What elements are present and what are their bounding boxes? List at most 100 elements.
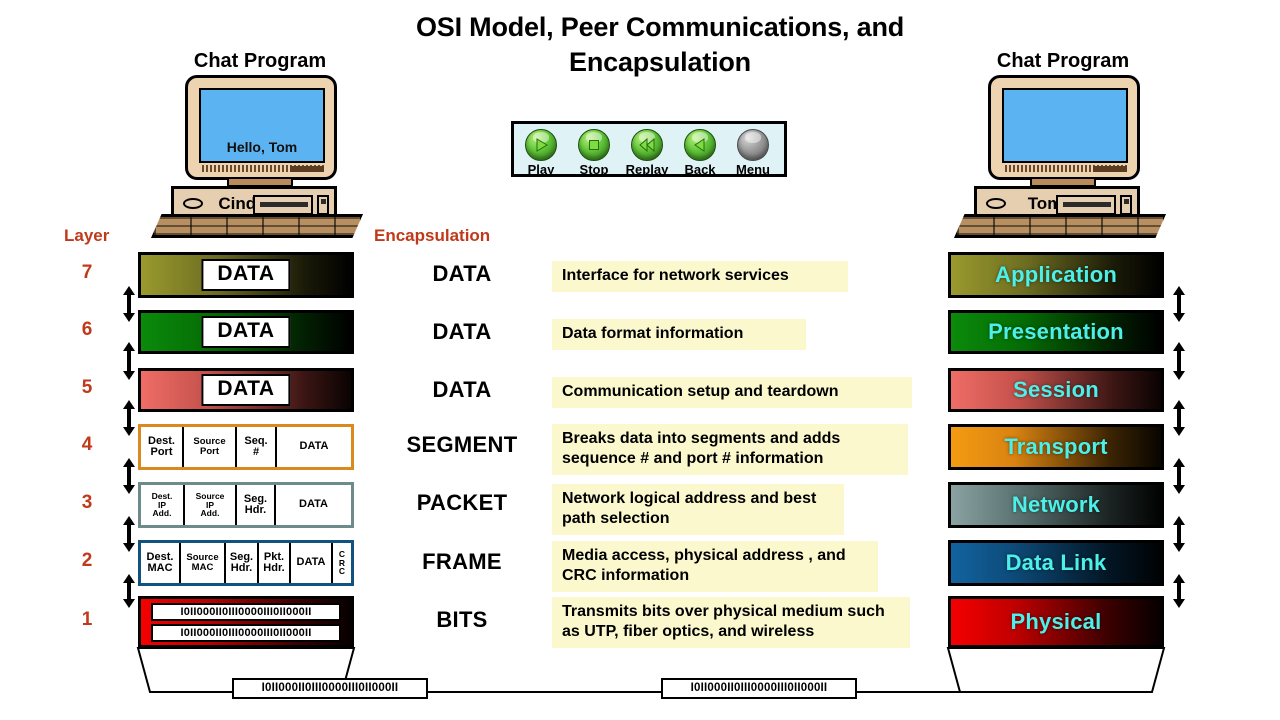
layer-number-3: 3 [81,492,93,513]
pdu-box-layer-3: Dest. IP Add. Source IP Add. Seg. Hdr. DATA [138,482,354,528]
pdu-box-layer-7: DATA [138,252,354,298]
disk-drive-icon [1120,195,1132,215]
layer-description-4: Breaks data into segments and adds seque… [552,424,908,475]
physical-medium-link [136,647,1166,693]
pdu-field-seg-hdr: Seg. Hdr. [237,485,276,525]
layer-name-box-application: Application [948,252,1164,298]
computer-right-screen [1002,88,1128,163]
floppy-drive-icon [1056,195,1116,215]
peer-arrow-right-1 [1171,286,1187,322]
layer-number-5: 5 [81,377,93,398]
stop-button-label: Stop [579,162,609,177]
encapsulation-label-layer-5: DATA [432,377,492,402]
layer-name-box-transport: Transport [948,424,1164,470]
encapsulation-label-layer-1: BITS [436,607,488,632]
peer-arrow-right-6 [1171,574,1187,608]
layer-number-2: 2 [81,550,93,571]
pdu-box-layer-2: Dest. MAC Source MAC Seg. Hdr. Pkt. Hdr. DATA C R C [138,540,354,586]
encapsulation-label-layer-4: SEGMENT [406,432,518,457]
layer-number-4: 4 [81,434,93,455]
replay-button[interactable]: Replay [625,129,669,177]
layer-number-7: 7 [81,262,93,283]
layer-description-2: Media access, physical address , and CRC… [552,541,878,592]
encapsulation-label-layer-6: DATA [432,319,492,344]
pdu-field-data: DATA [277,427,351,467]
pdu-field-source-mac: Source MAC [181,543,226,583]
floppy-drive-icon [253,195,313,215]
media-player-toolbar: Play Stop Replay Back Menu [511,121,787,177]
computer-right: Chat Program Tom [948,22,1178,238]
layer-name-box-presentation: Presentation [948,310,1164,354]
encapsulation-label-layer-2: FRAME [422,549,502,574]
layer-description-6: Data format information [552,319,806,350]
play-button-label: Play [527,162,555,177]
encapsulation-label-layer-7: DATA [432,261,492,286]
pdu-box-layer-6: DATA [138,310,354,354]
computer-left-monitor: Hello, Tom [185,75,337,180]
computer-left-screen: Hello, Tom [199,88,325,163]
layer-description-7: Interface for network services [552,261,848,292]
pdu-field-dest-ip-add: Dest. IP Add. [141,485,185,525]
menu-icon[interactable] [737,129,769,161]
layer-name-box-data-link: Data Link [948,540,1164,586]
pdu-field-c-r-c: CRC [333,543,351,583]
pdu-field-pkt-hdr: Pkt. Hdr. [259,543,291,583]
pdu-field-seq-: Seq. # [237,427,277,467]
layer-name-box-network: Network [948,482,1164,528]
peer-arrow-right-2 [1171,342,1187,380]
layer-description-5: Communication setup and teardown [552,377,912,408]
pdu-field-source-port: Source Port [184,427,237,467]
menu-button[interactable]: Menu [731,129,775,177]
rewind-icon[interactable] [631,129,663,161]
pdu-field-seg-hdr: Seg. Hdr. [226,543,259,583]
menu-button-label: Menu [736,162,770,177]
back-button-label: Back [684,162,716,177]
computer-left: Chat Program Hello, Tom Cindy [145,22,375,238]
play-button[interactable]: Play [519,129,563,177]
layer-number-1: 1 [81,609,93,630]
disk-drive-icon [317,195,329,215]
power-led-icon [986,198,1006,209]
page-title: OSI Model, Peer Communications, and Enca… [415,12,905,77]
peer-arrow-right-5 [1171,516,1187,552]
computer-right-keyboard [954,214,1166,238]
computer-left-screen-text: Hello, Tom [226,139,298,155]
monitor-vent-block [1093,166,1127,172]
pdu-field-dest-port: Dest. Port [141,427,184,467]
bits-on-wire-right: I0II000II0III0000III0II000II [661,678,857,699]
pdu-box-layer-5: DATA [138,368,354,412]
peer-arrow-left-4 [121,458,137,494]
layer-name-box-session: Session [948,368,1164,412]
monitor-vent-block [290,166,324,172]
pdu-field-source-ip-add: Source IP Add. [185,485,237,525]
pdu-field-dest-mac: Dest. MAC [141,543,181,583]
play-icon[interactable] [525,129,557,161]
back-button[interactable]: Back [678,129,722,177]
pdu-data-label: DATA [201,374,291,406]
peer-arrow-right-3 [1171,400,1187,436]
encapsulation-label-layer-3: PACKET [416,490,508,515]
pdu-data-label: DATA [201,316,291,348]
encapsulation-column-header: Encapsulation [374,226,491,245]
pdu-field-data: DATA [276,485,351,525]
back-icon[interactable] [684,129,716,161]
computer-left-program-label: Chat Program [193,50,327,72]
peer-arrow-left-5 [121,516,137,552]
computer-right-monitor [988,75,1140,180]
peer-arrow-left-1 [121,286,137,322]
bits-on-wire-left: I0II000II0III0000III0II000II [232,678,428,699]
stop-button[interactable]: Stop [572,129,616,177]
replay-button-label: Replay [625,162,669,177]
computer-left-keyboard [151,214,363,238]
pdu-data-label: DATA [201,259,291,291]
bit-stream-strip: I0II000II0III0000III0II000II [151,602,341,621]
stop-icon[interactable] [578,129,610,161]
power-led-icon [183,198,203,209]
pdu-box-layer-4: Dest. Port Source Port Seq. # DATA [138,424,354,470]
peer-arrow-left-6 [121,574,137,608]
peer-arrow-right-4 [1171,458,1187,494]
layer-number-6: 6 [81,319,93,340]
pdu-field-data: DATA [291,543,333,583]
layer-description-3: Network logical address and best path se… [552,484,844,535]
peer-arrow-left-3 [121,400,137,436]
